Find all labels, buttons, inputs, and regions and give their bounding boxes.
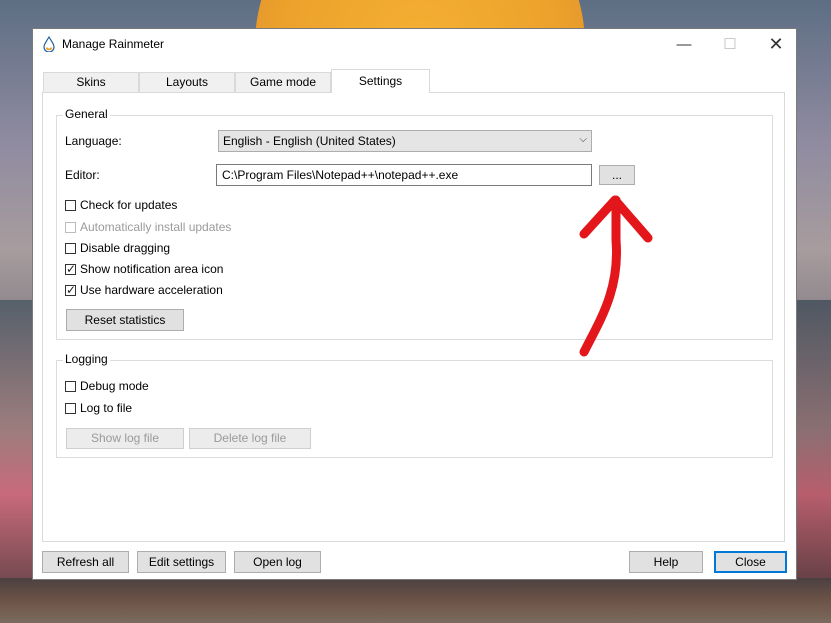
open-log-label: Open log	[253, 555, 302, 569]
refresh-all-label: Refresh all	[56, 555, 115, 569]
checkmark-icon: ✓	[66, 282, 77, 297]
show-notification-icon-checkbox[interactable]: ✓ Show notification area icon	[65, 261, 223, 277]
checkbox-box	[65, 221, 76, 233]
language-value: English - English (United States)	[223, 134, 396, 148]
tab-layouts[interactable]: Layouts	[139, 72, 235, 92]
general-group-label: General	[63, 107, 110, 121]
checkbox-label: Show notification area icon	[80, 262, 224, 276]
annotation-arrow-icon	[579, 195, 653, 357]
log-to-file-checkbox[interactable]: Log to file	[65, 400, 132, 416]
checkbox-box: ✓	[65, 282, 77, 297]
checkbox-label: Disable dragging	[80, 241, 171, 255]
editor-path-input[interactable]: C:\Program Files\Notepad++\notepad++.exe	[216, 164, 592, 186]
checkbox-label: Log to file	[80, 401, 133, 415]
settings-panel: General Language: English - English (Uni…	[42, 92, 785, 542]
tab-settings[interactable]: Settings	[331, 69, 430, 93]
checkbox-box	[65, 380, 76, 392]
delete-log-file-label: Delete log file	[213, 431, 287, 445]
chevron-down-icon: ⌵	[579, 134, 587, 145]
manage-rainmeter-window: Manage Rainmeter — ☐ ✕ Skins Layouts Gam…	[32, 28, 797, 580]
editor-label: Editor:	[65, 168, 100, 182]
reset-statistics-button[interactable]: Reset statistics	[66, 309, 184, 331]
logging-group: Logging Debug mode Log to file Show log …	[56, 352, 773, 458]
reset-statistics-label: Reset statistics	[84, 313, 166, 327]
maximize-button[interactable]: ☐	[707, 29, 753, 59]
checkmark-icon: ✓	[66, 261, 77, 276]
checkbox-box	[65, 242, 76, 254]
disable-dragging-checkbox[interactable]: Disable dragging	[65, 240, 170, 256]
maximize-icon: ☐	[723, 36, 737, 53]
close-button[interactable]: Close	[714, 551, 787, 573]
checkbox-label: Debug mode	[80, 379, 149, 393]
help-label: Help	[653, 555, 679, 569]
language-select[interactable]: English - English (United States) ⌵	[218, 130, 592, 152]
editor-path-value: C:\Program Files\Notepad++\notepad++.exe	[222, 168, 459, 182]
hardware-acceleration-checkbox[interactable]: ✓ Use hardware acceleration	[65, 282, 223, 298]
rainmeter-drop-icon	[43, 36, 55, 52]
debug-mode-checkbox[interactable]: Debug mode	[65, 378, 149, 394]
close-icon: ✕	[768, 33, 784, 54]
edit-settings-label: Edit settings	[148, 555, 215, 569]
tab-label: Skins	[76, 75, 106, 89]
checkbox-box	[65, 199, 76, 211]
tab-game-mode[interactable]: Game mode	[235, 72, 331, 92]
checkbox-box	[65, 402, 76, 414]
open-log-button[interactable]: Open log	[234, 551, 321, 573]
tab-label: Game mode	[249, 75, 317, 89]
show-log-file-label: Show log file	[90, 431, 160, 445]
checkbox-label: Check for updates	[80, 198, 178, 212]
help-button[interactable]: Help	[629, 551, 703, 573]
show-log-file-button[interactable]: Show log file	[66, 428, 184, 449]
tab-skins[interactable]: Skins	[43, 72, 139, 92]
edit-settings-button[interactable]: Edit settings	[137, 551, 226, 573]
minimize-icon: —	[676, 35, 692, 53]
title-bar[interactable]: Manage Rainmeter — ☐ ✕	[33, 29, 796, 59]
window-title: Manage Rainmeter	[62, 37, 165, 51]
logging-group-label: Logging	[63, 352, 110, 366]
checkbox-box: ✓	[65, 261, 77, 276]
language-label: Language:	[65, 134, 122, 148]
wallpaper-trees-right	[797, 300, 831, 623]
refresh-all-button[interactable]: Refresh all	[42, 551, 129, 573]
wallpaper-ground	[0, 578, 831, 623]
checkbox-label: Use hardware acceleration	[80, 283, 223, 297]
checkbox-label: Automatically install updates	[80, 220, 232, 234]
tab-label: Settings	[358, 74, 403, 88]
close-window-button[interactable]: ✕	[753, 29, 799, 59]
close-label: Close	[735, 555, 766, 569]
delete-log-file-button[interactable]: Delete log file	[189, 428, 311, 449]
tab-label: Layouts	[165, 75, 209, 89]
minimize-button[interactable]: —	[661, 29, 707, 59]
check-for-updates-checkbox[interactable]: Check for updates	[65, 197, 177, 213]
auto-install-updates-checkbox[interactable]: Automatically install updates	[65, 219, 231, 235]
